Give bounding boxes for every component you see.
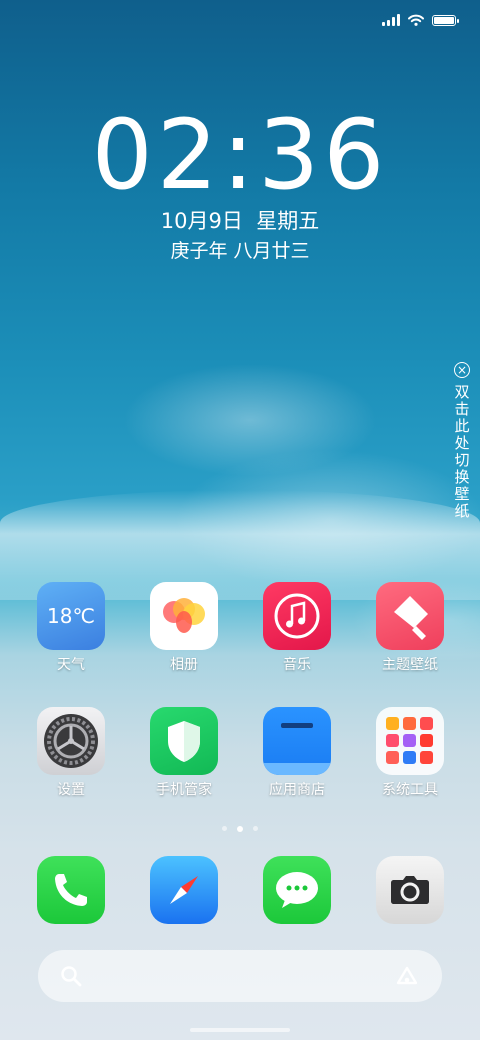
app-label: 音乐 xyxy=(283,657,311,673)
app-system-tools[interactable]: 系统工具 xyxy=(360,707,460,799)
app-label: 系统工具 xyxy=(382,782,438,798)
app-store-icon[interactable] xyxy=(263,707,331,775)
music-note-icon[interactable] xyxy=(263,582,331,650)
compass-icon[interactable] xyxy=(150,856,218,924)
page-indicator xyxy=(0,826,480,832)
app-label: 相册 xyxy=(170,657,198,673)
dock-messages[interactable] xyxy=(247,856,347,924)
app-security[interactable]: 手机管家 xyxy=(134,707,234,799)
assistant-icon[interactable] xyxy=(394,965,420,987)
date-text: 10月9日 星期五 xyxy=(160,209,320,233)
theme-brush-icon[interactable] xyxy=(376,582,444,650)
home-screen: 02:36 10月9日 星期五 庚子年 八月廿三 × 双击此处切换壁纸 18℃ … xyxy=(0,0,480,1040)
home-indicator[interactable] xyxy=(190,1028,290,1032)
app-settings[interactable]: 设置 xyxy=(21,707,121,799)
app-theme[interactable]: 主题壁纸 xyxy=(360,582,460,674)
dock-browser[interactable] xyxy=(134,856,234,924)
page-dot-active[interactable] xyxy=(237,826,243,832)
status-bar xyxy=(382,10,459,30)
weather-icon[interactable]: 18℃ xyxy=(37,582,105,650)
phone-icon[interactable] xyxy=(37,856,105,924)
dock-camera[interactable] xyxy=(360,856,460,924)
lunar-date-text: 庚子年 八月廿三 xyxy=(170,240,310,262)
message-bubble-icon[interactable] xyxy=(263,856,331,924)
app-label: 主题壁纸 xyxy=(382,657,438,673)
wallpaper-hint-text: 双击此处切换壁纸 xyxy=(452,384,471,520)
app-label: 应用商店 xyxy=(269,782,325,798)
page-dot[interactable] xyxy=(253,826,258,831)
app-label: 设置 xyxy=(57,782,85,798)
photos-icon[interactable] xyxy=(150,582,218,650)
gear-icon[interactable] xyxy=(37,707,105,775)
close-icon[interactable]: × xyxy=(454,362,470,378)
weather-temp: 18℃ xyxy=(47,604,95,628)
shield-icon[interactable] xyxy=(150,707,218,775)
app-store[interactable]: 应用商店 xyxy=(247,707,347,799)
app-weather[interactable]: 18℃ 天气 xyxy=(21,582,121,674)
battery-icon xyxy=(432,14,459,26)
lockscreen-clock: 02:36 xyxy=(0,100,480,210)
wallpaper-switch-hint[interactable]: × 双击此处切换壁纸 xyxy=(450,362,474,520)
clock-minute: 36 xyxy=(258,99,389,211)
search-icon[interactable] xyxy=(60,965,82,987)
clock-hour: 02 xyxy=(91,99,222,211)
camera-icon[interactable] xyxy=(376,856,444,924)
page-dot[interactable] xyxy=(222,826,227,831)
signal-icon xyxy=(382,14,400,26)
clock-separator: : xyxy=(221,99,259,211)
app-photos[interactable]: 相册 xyxy=(134,582,234,674)
app-label: 天气 xyxy=(57,657,85,673)
app-music[interactable]: 音乐 xyxy=(247,582,347,674)
search-bar[interactable] xyxy=(38,950,442,1002)
dock-phone[interactable] xyxy=(21,856,121,924)
tools-folder-icon[interactable] xyxy=(376,707,444,775)
wifi-icon xyxy=(408,14,424,26)
app-label: 手机管家 xyxy=(156,782,212,798)
